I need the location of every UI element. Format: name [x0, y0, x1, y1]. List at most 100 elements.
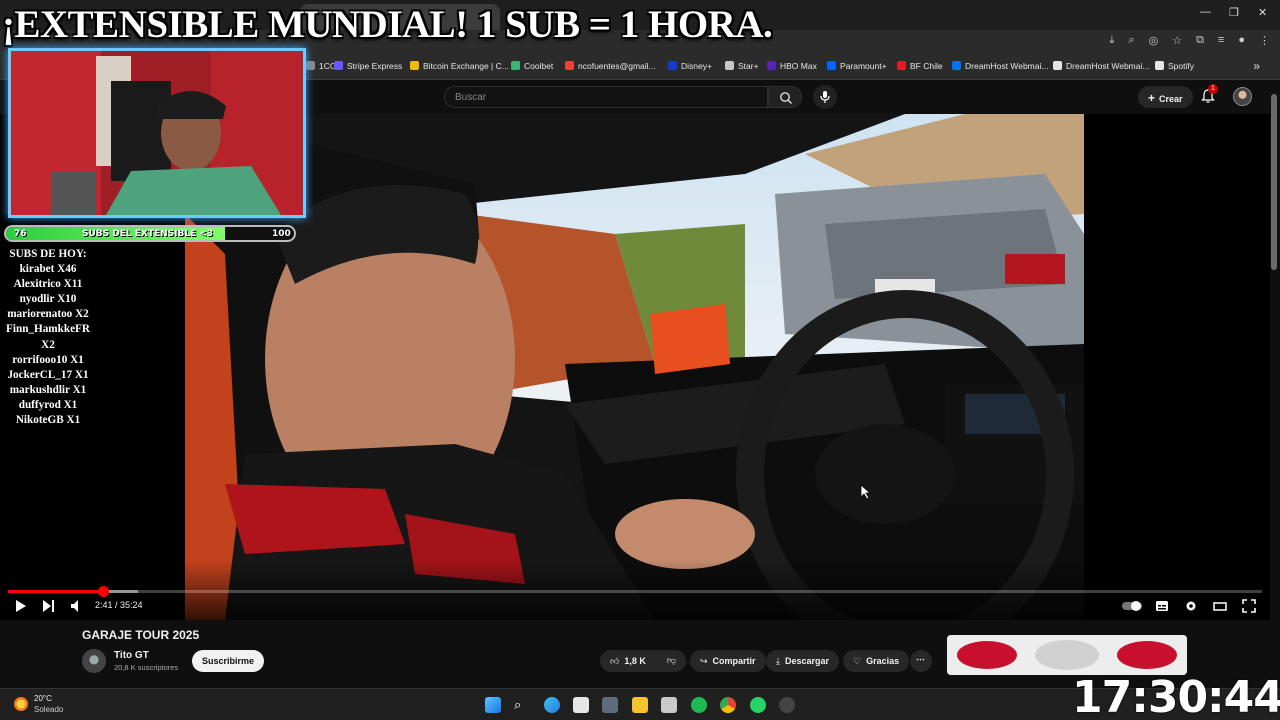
progress-played [8, 590, 104, 593]
bookmark-item[interactable]: Star+ [725, 61, 759, 71]
bookmark-item[interactable]: Spotify [1155, 61, 1194, 71]
today-sub-entry: markushdlir X1 [9, 383, 87, 396]
like-count[interactable]: 1,8 K [624, 656, 646, 666]
ad-image [947, 635, 1187, 675]
channel-avatar[interactable] [82, 649, 106, 673]
share-label: Compartir [712, 656, 756, 666]
channel-subscriber-count: 20,8 K suscriptores [114, 663, 179, 672]
more-icon: ⋯ [916, 654, 925, 664]
bookmark-label: Star+ [738, 61, 759, 71]
bookmark-label: Spotify [1168, 61, 1194, 71]
webcam-feed [8, 48, 306, 218]
create-button[interactable]: + Crear [1138, 86, 1193, 108]
file-explorer-icon[interactable] [632, 697, 648, 713]
bookmark-label: HBO Max [780, 61, 817, 71]
volume-icon[interactable] [70, 598, 84, 614]
bookmark-item[interactable]: 1CO [306, 61, 336, 71]
hide-icon[interactable]: ◎ [1149, 34, 1159, 47]
media-icon[interactable]: ≡ [1218, 34, 1224, 47]
more-actions-button[interactable]: ⋯ [910, 650, 932, 672]
settings-gear-icon[interactable] [1184, 598, 1198, 614]
bookmark-item[interactable]: Stripe Express [334, 61, 402, 71]
video-title: GARAJE TOUR 2025 [82, 628, 200, 642]
bookmark-label: Stripe Express [347, 61, 403, 71]
page-scrollbar[interactable] [1271, 94, 1277, 270]
voice-search-button[interactable] [813, 85, 837, 109]
bookmark-item[interactable]: ncofuentes@gmail... [565, 61, 656, 71]
edge-icon[interactable] [544, 697, 560, 713]
store-icon[interactable] [573, 697, 589, 713]
today-subs-header: SUBS DE HOY: [9, 248, 87, 260]
video-scene-image [185, 114, 1084, 620]
webcam-image [11, 51, 303, 215]
search-icon [780, 92, 792, 104]
bookmark-item[interactable]: Bitcoin Exchange | C... [410, 61, 509, 71]
weather-sun-icon [14, 697, 28, 711]
bookmark-favicon-icon [1155, 61, 1164, 70]
bookmark-item[interactable]: HBO Max [767, 61, 817, 71]
taskbar-search-icon[interactable]: ⌕ [514, 697, 530, 713]
bookmark-item[interactable]: Disney+ [668, 61, 712, 71]
bookmark-favicon-icon [952, 61, 961, 70]
autoplay-toggle-icon[interactable] [1121, 598, 1143, 614]
window-close-icon[interactable]: ✕ [1258, 6, 1267, 19]
play-icon[interactable] [14, 598, 28, 614]
search-input[interactable]: Buscar [444, 86, 768, 108]
bookmark-star-icon[interactable]: ☆ [1172, 34, 1182, 47]
snipping-tool-icon[interactable] [661, 697, 677, 713]
bookmark-label: Coolbet [524, 61, 554, 71]
spotify-icon[interactable] [691, 697, 707, 713]
search-button[interactable] [768, 86, 802, 108]
whatsapp-icon[interactable] [750, 697, 766, 713]
dislike-icon[interactable]: 👎︎ [667, 655, 676, 666]
theater-mode-icon[interactable] [1213, 598, 1227, 614]
share-button[interactable]: ↪ Compartir [690, 650, 766, 672]
bookmark-label: DreamHost Webmai... [1066, 61, 1150, 71]
bookmark-favicon-icon [334, 61, 343, 70]
thanks-button[interactable]: ♡ Gracias [843, 650, 910, 672]
maximize-icon[interactable]: ❐ [1229, 6, 1239, 19]
obs-icon[interactable] [779, 697, 795, 713]
bookmark-favicon-icon [306, 61, 315, 70]
thanks-label: Gracias [866, 656, 900, 666]
weather-temperature[interactable]: 20°C [34, 694, 52, 703]
today-sub-entry: JockerCL_17 X1 [7, 368, 89, 381]
bookmark-favicon-icon [827, 61, 836, 70]
bookmark-item[interactable]: BF Chile [897, 61, 943, 71]
like-icon[interactable]: 👍︎ [610, 656, 619, 666]
bookmark-item[interactable]: Coolbet [511, 61, 553, 71]
weather-description[interactable]: Soleado [34, 705, 63, 714]
bookmark-item[interactable]: DreamHost Webmai... [1053, 61, 1149, 71]
bookmark-item[interactable]: DreamHost Webmai... [952, 61, 1048, 71]
fullscreen-icon[interactable] [1242, 598, 1256, 614]
download-button[interactable]: ⤓ Descargar [766, 650, 840, 672]
profile-icon[interactable]: ● [1238, 34, 1245, 47]
today-sub-entry: mariorenatoo X2 [7, 308, 89, 321]
today-sub-entry: Alexitrico X11 [13, 278, 83, 291]
today-sub-entry: NikoteGB X1 [15, 414, 81, 427]
like-dislike-group: 👍︎ 1,8 K 👎︎ [600, 650, 686, 672]
channel-name[interactable]: Tito GT [114, 650, 149, 661]
subtitles-icon[interactable] [1155, 598, 1169, 614]
chrome-icon[interactable] [720, 697, 736, 713]
windows-start-icon[interactable] [485, 697, 501, 713]
zoom-icon[interactable]: ⌕ [1128, 34, 1134, 47]
sidebar-ad-thumbnail[interactable] [947, 635, 1187, 675]
notification-badge: 1 [1208, 84, 1218, 94]
account-avatar[interactable] [1233, 87, 1252, 106]
progress-bar[interactable] [8, 586, 1262, 597]
subscribe-button[interactable]: Suscribirme [192, 650, 265, 672]
bookmark-favicon-icon [1053, 61, 1062, 70]
bookmark-favicon-icon [668, 61, 677, 70]
bookmark-item[interactable]: Paramount+ [827, 61, 887, 71]
app-icon[interactable] [602, 697, 618, 713]
bookmark-favicon-icon [767, 61, 776, 70]
extensions-icon[interactable]: ⧉ [1196, 34, 1204, 47]
today-subs-list: SUBS DE HOY: kirabet X46 Alexitrico X11 ny… [0, 247, 96, 428]
bookmarks-overflow-icon[interactable]: » [1253, 59, 1260, 73]
minimize-icon[interactable]: — [1200, 6, 1211, 18]
browser-menu-icon[interactable]: ⋮ [1259, 34, 1270, 47]
next-icon[interactable] [42, 598, 56, 614]
clock-overlay: 17:30:44 [1072, 672, 1280, 720]
install-icon[interactable]: ⤓ [1110, 34, 1115, 47]
